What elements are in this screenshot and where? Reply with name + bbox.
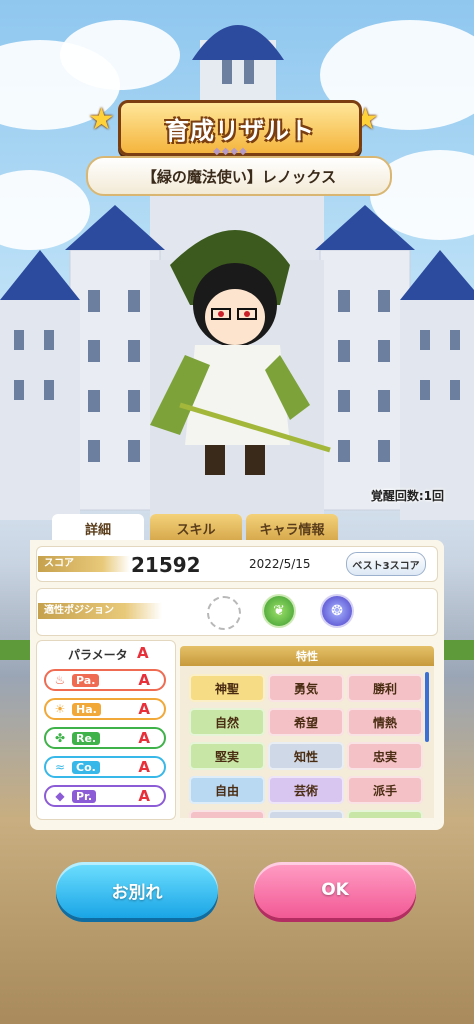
sun-icon: ☀ (54, 702, 66, 716)
param-label: Pr. (72, 789, 97, 803)
flame-icon: ♨ (54, 673, 66, 687)
param-rank: A (138, 729, 150, 747)
tab-label: スキル (176, 522, 216, 538)
empty-circle-icon (207, 596, 241, 630)
param-rank: A (138, 787, 150, 805)
traits-scrollbar[interactable] (425, 672, 429, 742)
clover-icon: ✤ (54, 731, 66, 745)
param-pr: ◆ Pr. A (44, 785, 166, 807)
leaf-orb-icon: ❦ (264, 596, 294, 626)
gem-icon: ◆ (55, 789, 65, 803)
best3-score-button[interactable]: ベスト3スコア (346, 552, 426, 576)
traits-list[interactable]: 神聖 勇気 勝利 自然 希望 情熱 堅実 知性 忠実 自由 芸術 派手 (180, 666, 434, 818)
param-rank: A (138, 700, 150, 718)
trait-chip-partial[interactable] (268, 810, 344, 818)
parameter-overall-rank: A (137, 644, 149, 662)
trait-chip[interactable]: 派手 (347, 776, 423, 804)
ok-button[interactable]: OK (254, 862, 416, 918)
traits-header: 特性 (180, 646, 434, 666)
param-co: ≈ Co. A (44, 756, 166, 778)
param-rank: A (138, 758, 150, 776)
tab-details[interactable]: 詳細 (52, 514, 144, 542)
trait-chip[interactable]: 神聖 (189, 674, 265, 702)
wave-orb-icon: ❂ (322, 596, 352, 626)
awaken-count: 覚醒回数:1回 (370, 489, 444, 503)
character-name-banner: 【緑の魔法使い】レノックス (86, 156, 392, 196)
trait-chip[interactable]: 芸術 (268, 776, 344, 804)
trait-chip[interactable]: 自然 (189, 708, 265, 736)
score-value: 21592 (131, 553, 201, 577)
trait-chip[interactable]: 知性 (268, 742, 344, 770)
score-label: スコア (38, 556, 130, 572)
score-date: 2022/5/15 (249, 557, 311, 571)
param-label: Pa. (72, 673, 100, 687)
trait-chip[interactable]: 勝利 (347, 674, 423, 702)
parameter-title: パラメータ (68, 648, 128, 662)
trait-chip[interactable]: 自由 (189, 776, 265, 804)
trait-chip[interactable]: 堅実 (189, 742, 265, 770)
trait-chip[interactable]: 勇気 (268, 674, 344, 702)
position-label: 適性ポジション (38, 603, 162, 619)
farewell-button[interactable]: お別れ (56, 862, 218, 918)
character-sprite (150, 230, 331, 475)
param-pa: ♨ Pa. A (44, 669, 166, 691)
tab-character-info[interactable]: キャラ情報 (246, 514, 338, 542)
trait-chip-partial[interactable] (347, 810, 423, 818)
param-label: Re. (72, 731, 101, 745)
character-name: 【緑の魔法使い】レノックス (141, 167, 337, 186)
tab-label: キャラ情報 (259, 522, 325, 538)
param-ha: ☀ Ha. A (44, 698, 166, 720)
star-icon: ★ (88, 102, 115, 137)
param-label: Co. (72, 760, 100, 774)
param-rank: A (138, 671, 150, 689)
trait-chip-partial[interactable] (189, 810, 265, 818)
param-label: Ha. (72, 702, 101, 716)
page-title: 育成リザルト (165, 116, 315, 145)
trait-chip[interactable]: 忠実 (347, 742, 423, 770)
param-re: ✤ Re. A (44, 727, 166, 749)
tab-skills[interactable]: スキル (150, 514, 242, 542)
wave-icon: ≈ (54, 760, 66, 774)
trait-chip[interactable]: 希望 (268, 708, 344, 736)
tab-label: 詳細 (84, 522, 111, 538)
trait-chip[interactable]: 情熱 (347, 708, 423, 736)
